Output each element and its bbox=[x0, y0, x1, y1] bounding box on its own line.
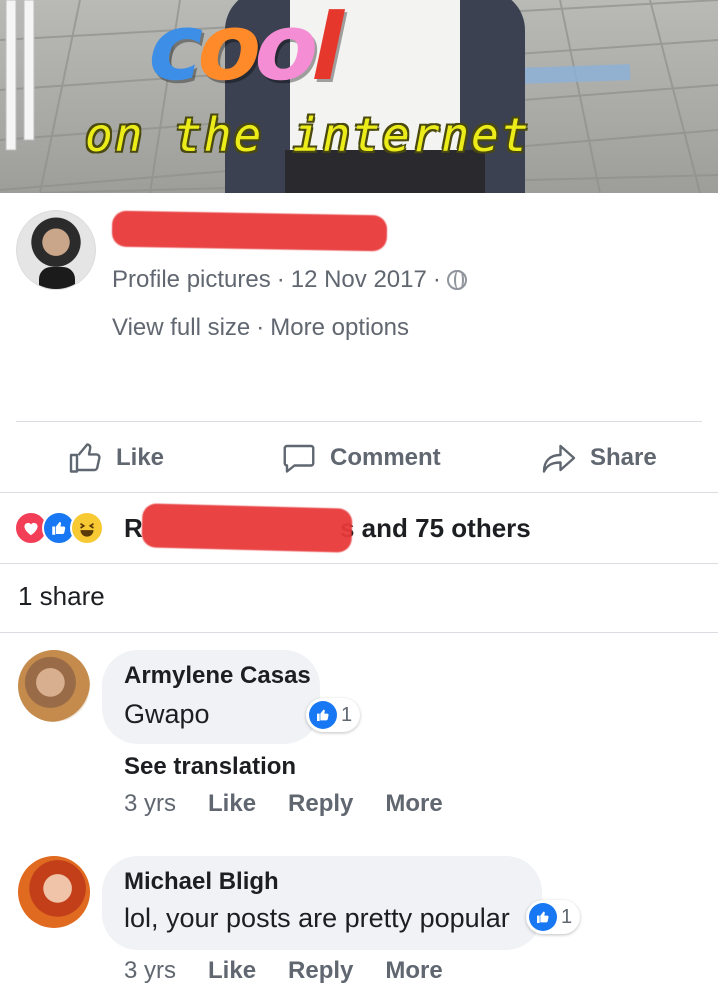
reaction-summary-end: s and 75 others bbox=[340, 513, 531, 543]
comment-actions: 3 yrs Like Reply More bbox=[124, 957, 475, 985]
comment-like-count[interactable]: 1 bbox=[306, 698, 361, 732]
comment-like-button[interactable]: Like bbox=[208, 790, 256, 818]
comment-icon bbox=[283, 444, 315, 473]
comment-author[interactable]: Armylene Casas bbox=[124, 662, 311, 690]
like-button[interactable]: Like bbox=[68, 438, 164, 478]
comment-author[interactable]: Michael Bligh bbox=[124, 868, 279, 896]
divider bbox=[0, 492, 718, 493]
share-count[interactable]: 1 share bbox=[18, 581, 105, 612]
post-photo[interactable]: cool on the internet bbox=[0, 0, 718, 193]
like-badge-icon bbox=[529, 903, 557, 931]
more-options-link[interactable]: More options bbox=[270, 314, 409, 342]
photo-links: View full size · More options bbox=[112, 314, 409, 342]
divider bbox=[0, 632, 718, 633]
comment-button[interactable]: Comment bbox=[280, 438, 441, 478]
meta-separator: · bbox=[432, 266, 441, 293]
comment-more-button[interactable]: More bbox=[385, 790, 442, 818]
comment-like-button[interactable]: Like bbox=[208, 957, 256, 985]
haha-reaction-icon bbox=[70, 511, 104, 545]
comment-text: Gwapo bbox=[124, 699, 210, 729]
redacted-reactor-names bbox=[141, 503, 353, 553]
comment-reply-button[interactable]: Reply bbox=[288, 957, 353, 985]
like-label: Like bbox=[116, 444, 165, 471]
comment-time[interactable]: 3 yrs bbox=[124, 790, 176, 818]
share-label: Share bbox=[590, 444, 657, 471]
like-count: 1 bbox=[341, 703, 353, 726]
comment-reply-button[interactable]: Reply bbox=[288, 790, 353, 818]
reaction-icons[interactable] bbox=[14, 510, 104, 546]
like-count: 1 bbox=[561, 905, 573, 928]
commenter-avatar[interactable] bbox=[18, 650, 90, 722]
share-button[interactable]: Share bbox=[540, 438, 657, 478]
comment-more-button[interactable]: More bbox=[385, 957, 442, 985]
commenter-avatar[interactable] bbox=[18, 856, 90, 928]
view-full-size-link[interactable]: View full size bbox=[112, 314, 250, 342]
post-date[interactable]: 12 Nov 2017 bbox=[291, 266, 427, 294]
comment-text: lol, your posts are pretty popular bbox=[124, 903, 510, 933]
comment-actions: 3 yrs Like Reply More bbox=[124, 790, 475, 818]
globe-icon bbox=[446, 270, 467, 290]
comment-like-count[interactable]: 1 bbox=[526, 900, 581, 934]
see-translation-link[interactable]: See translation bbox=[124, 753, 296, 781]
divider bbox=[16, 421, 702, 422]
author-avatar[interactable] bbox=[16, 210, 96, 290]
post-meta: Profile pictures · 12 Nov 2017 · bbox=[112, 266, 467, 294]
album-link[interactable]: Profile pictures bbox=[112, 266, 271, 294]
redacted-author-name bbox=[111, 210, 388, 252]
meme-title: cool bbox=[138, 0, 351, 101]
meme-subtitle: on the internet bbox=[85, 108, 531, 162]
share-arrow-icon bbox=[542, 444, 576, 473]
comment-label: Comment bbox=[330, 444, 441, 471]
thumbs-up-icon bbox=[69, 443, 101, 473]
links-separator: · bbox=[256, 314, 265, 341]
like-badge-icon bbox=[309, 701, 337, 729]
comment-time[interactable]: 3 yrs bbox=[124, 957, 176, 985]
divider bbox=[0, 563, 718, 564]
meta-separator: · bbox=[276, 266, 285, 293]
